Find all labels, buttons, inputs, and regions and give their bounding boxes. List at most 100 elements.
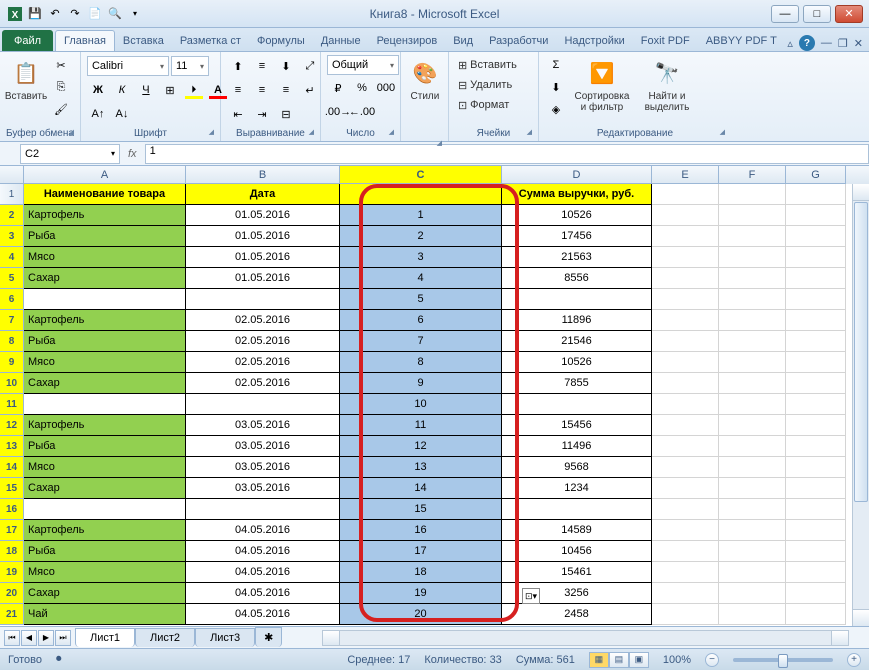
cell[interactable] (186, 499, 340, 520)
cell[interactable] (786, 499, 846, 520)
row-header[interactable]: 17 (0, 520, 24, 541)
cell[interactable]: 04.05.2016 (186, 562, 340, 583)
cell[interactable] (786, 184, 846, 205)
cell[interactable]: Картофель (24, 520, 186, 541)
cell[interactable] (652, 604, 719, 625)
mdi-close-icon[interactable]: ✕ (854, 37, 863, 50)
scroll-thumb[interactable] (854, 202, 868, 502)
styles-button[interactable]: 🎨 Стили (407, 55, 443, 104)
sheet-tab-1[interactable]: Лист1 (75, 628, 135, 647)
cell[interactable] (786, 415, 846, 436)
view-pagebreak-icon[interactable]: ▣ (629, 652, 649, 668)
cell[interactable]: 6 (340, 310, 502, 331)
cell[interactable] (719, 478, 786, 499)
wrap-text-icon[interactable]: ↵ (299, 80, 321, 100)
cell[interactable] (786, 457, 846, 478)
cell[interactable]: Сахар (24, 583, 186, 604)
row-header[interactable]: 18 (0, 541, 24, 562)
cell[interactable]: 01.05.2016 (186, 226, 340, 247)
cell[interactable]: 04.05.2016 (186, 604, 340, 625)
vertical-scrollbar[interactable] (852, 184, 869, 626)
cell[interactable] (652, 415, 719, 436)
macro-record-icon[interactable]: ⏺ (56, 653, 62, 666)
zoom-slider[interactable] (733, 658, 833, 662)
cell[interactable]: Сахар (24, 478, 186, 499)
tab-abbyy[interactable]: ABBYY PDF T (698, 31, 785, 51)
cell[interactable]: 02.05.2016 (186, 331, 340, 352)
cell[interactable] (652, 268, 719, 289)
cell[interactable]: 03.05.2016 (186, 415, 340, 436)
cell[interactable] (786, 331, 846, 352)
cell[interactable] (24, 289, 186, 310)
cell[interactable]: 8 (340, 352, 502, 373)
maximize-button[interactable]: □ (803, 5, 831, 23)
cell[interactable]: Рыба (24, 541, 186, 562)
cell[interactable]: 01.05.2016 (186, 268, 340, 289)
row-header[interactable]: 1 (0, 184, 24, 205)
new-icon[interactable]: 📄 (86, 5, 104, 23)
font-name-combo[interactable]: Calibri▾ (87, 56, 169, 76)
cell[interactable]: Мясо (24, 457, 186, 478)
cell[interactable]: 16 (340, 520, 502, 541)
align-left-icon[interactable]: ≡ (227, 80, 249, 100)
font-color-icon[interactable]: A (207, 80, 229, 100)
cell[interactable]: 10 (340, 394, 502, 415)
border-icon[interactable]: ⊞ (159, 80, 181, 100)
save-icon[interactable]: 💾 (26, 5, 44, 23)
percent-icon[interactable]: % (351, 78, 373, 98)
cell[interactable]: 1234 (502, 478, 652, 499)
cell[interactable] (652, 541, 719, 562)
cell[interactable]: Рыба (24, 331, 186, 352)
cell[interactable] (652, 499, 719, 520)
mdi-minimize-icon[interactable]: — (821, 37, 832, 49)
cell[interactable]: 01.05.2016 (186, 205, 340, 226)
cell[interactable]: 15456 (502, 415, 652, 436)
cell[interactable]: Картофель (24, 415, 186, 436)
cell[interactable] (719, 394, 786, 415)
format-cells-button[interactable]: ⊡Формат (455, 95, 512, 115)
underline-icon[interactable]: Ч (135, 80, 157, 100)
cell[interactable] (652, 583, 719, 604)
cell[interactable] (786, 562, 846, 583)
indent-dec-icon[interactable]: ⇤ (227, 104, 249, 124)
cell[interactable]: 14589 (502, 520, 652, 541)
cell[interactable] (786, 352, 846, 373)
cell[interactable]: 04.05.2016 (186, 520, 340, 541)
cell[interactable]: 21546 (502, 331, 652, 352)
cell[interactable]: 04.05.2016 (186, 541, 340, 562)
cell[interactable]: 18 (340, 562, 502, 583)
tab-developer[interactable]: Разработчи (481, 31, 556, 51)
row-header[interactable]: 16 (0, 499, 24, 520)
autosum-icon[interactable]: Σ (545, 55, 567, 75)
excel-icon[interactable]: X (6, 5, 24, 23)
mdi-restore-icon[interactable]: ❐ (838, 37, 848, 50)
row-header[interactable]: 8 (0, 331, 24, 352)
cell[interactable] (719, 310, 786, 331)
row-header[interactable]: 7 (0, 310, 24, 331)
cell[interactable] (652, 373, 719, 394)
row-header[interactable]: 3 (0, 226, 24, 247)
row-header[interactable]: 11 (0, 394, 24, 415)
cell[interactable]: Мясо (24, 247, 186, 268)
grow-font-icon[interactable]: A↑ (87, 104, 109, 124)
select-all-corner[interactable] (0, 166, 24, 184)
align-right-icon[interactable]: ≡ (275, 80, 297, 100)
cell[interactable]: Мясо (24, 352, 186, 373)
cell[interactable] (502, 394, 652, 415)
tab-view[interactable]: Вид (445, 31, 481, 51)
cell[interactable] (719, 415, 786, 436)
cell[interactable]: 8556 (502, 268, 652, 289)
cell[interactable] (786, 541, 846, 562)
align-bottom-icon[interactable]: ⬇ (275, 56, 297, 76)
autofill-options-icon[interactable]: ⊡▾ (522, 588, 540, 604)
cell[interactable] (719, 289, 786, 310)
sheet-nav-prev-icon[interactable]: ◀ (21, 630, 37, 646)
cell[interactable] (786, 373, 846, 394)
cell[interactable] (786, 583, 846, 604)
cell[interactable] (786, 247, 846, 268)
orientation-icon[interactable]: ⤢ (299, 56, 321, 76)
cell[interactable]: Сумма выручки, руб. (502, 184, 652, 205)
cell[interactable]: 11896 (502, 310, 652, 331)
row-header[interactable]: 9 (0, 352, 24, 373)
cell[interactable]: Мясо (24, 562, 186, 583)
